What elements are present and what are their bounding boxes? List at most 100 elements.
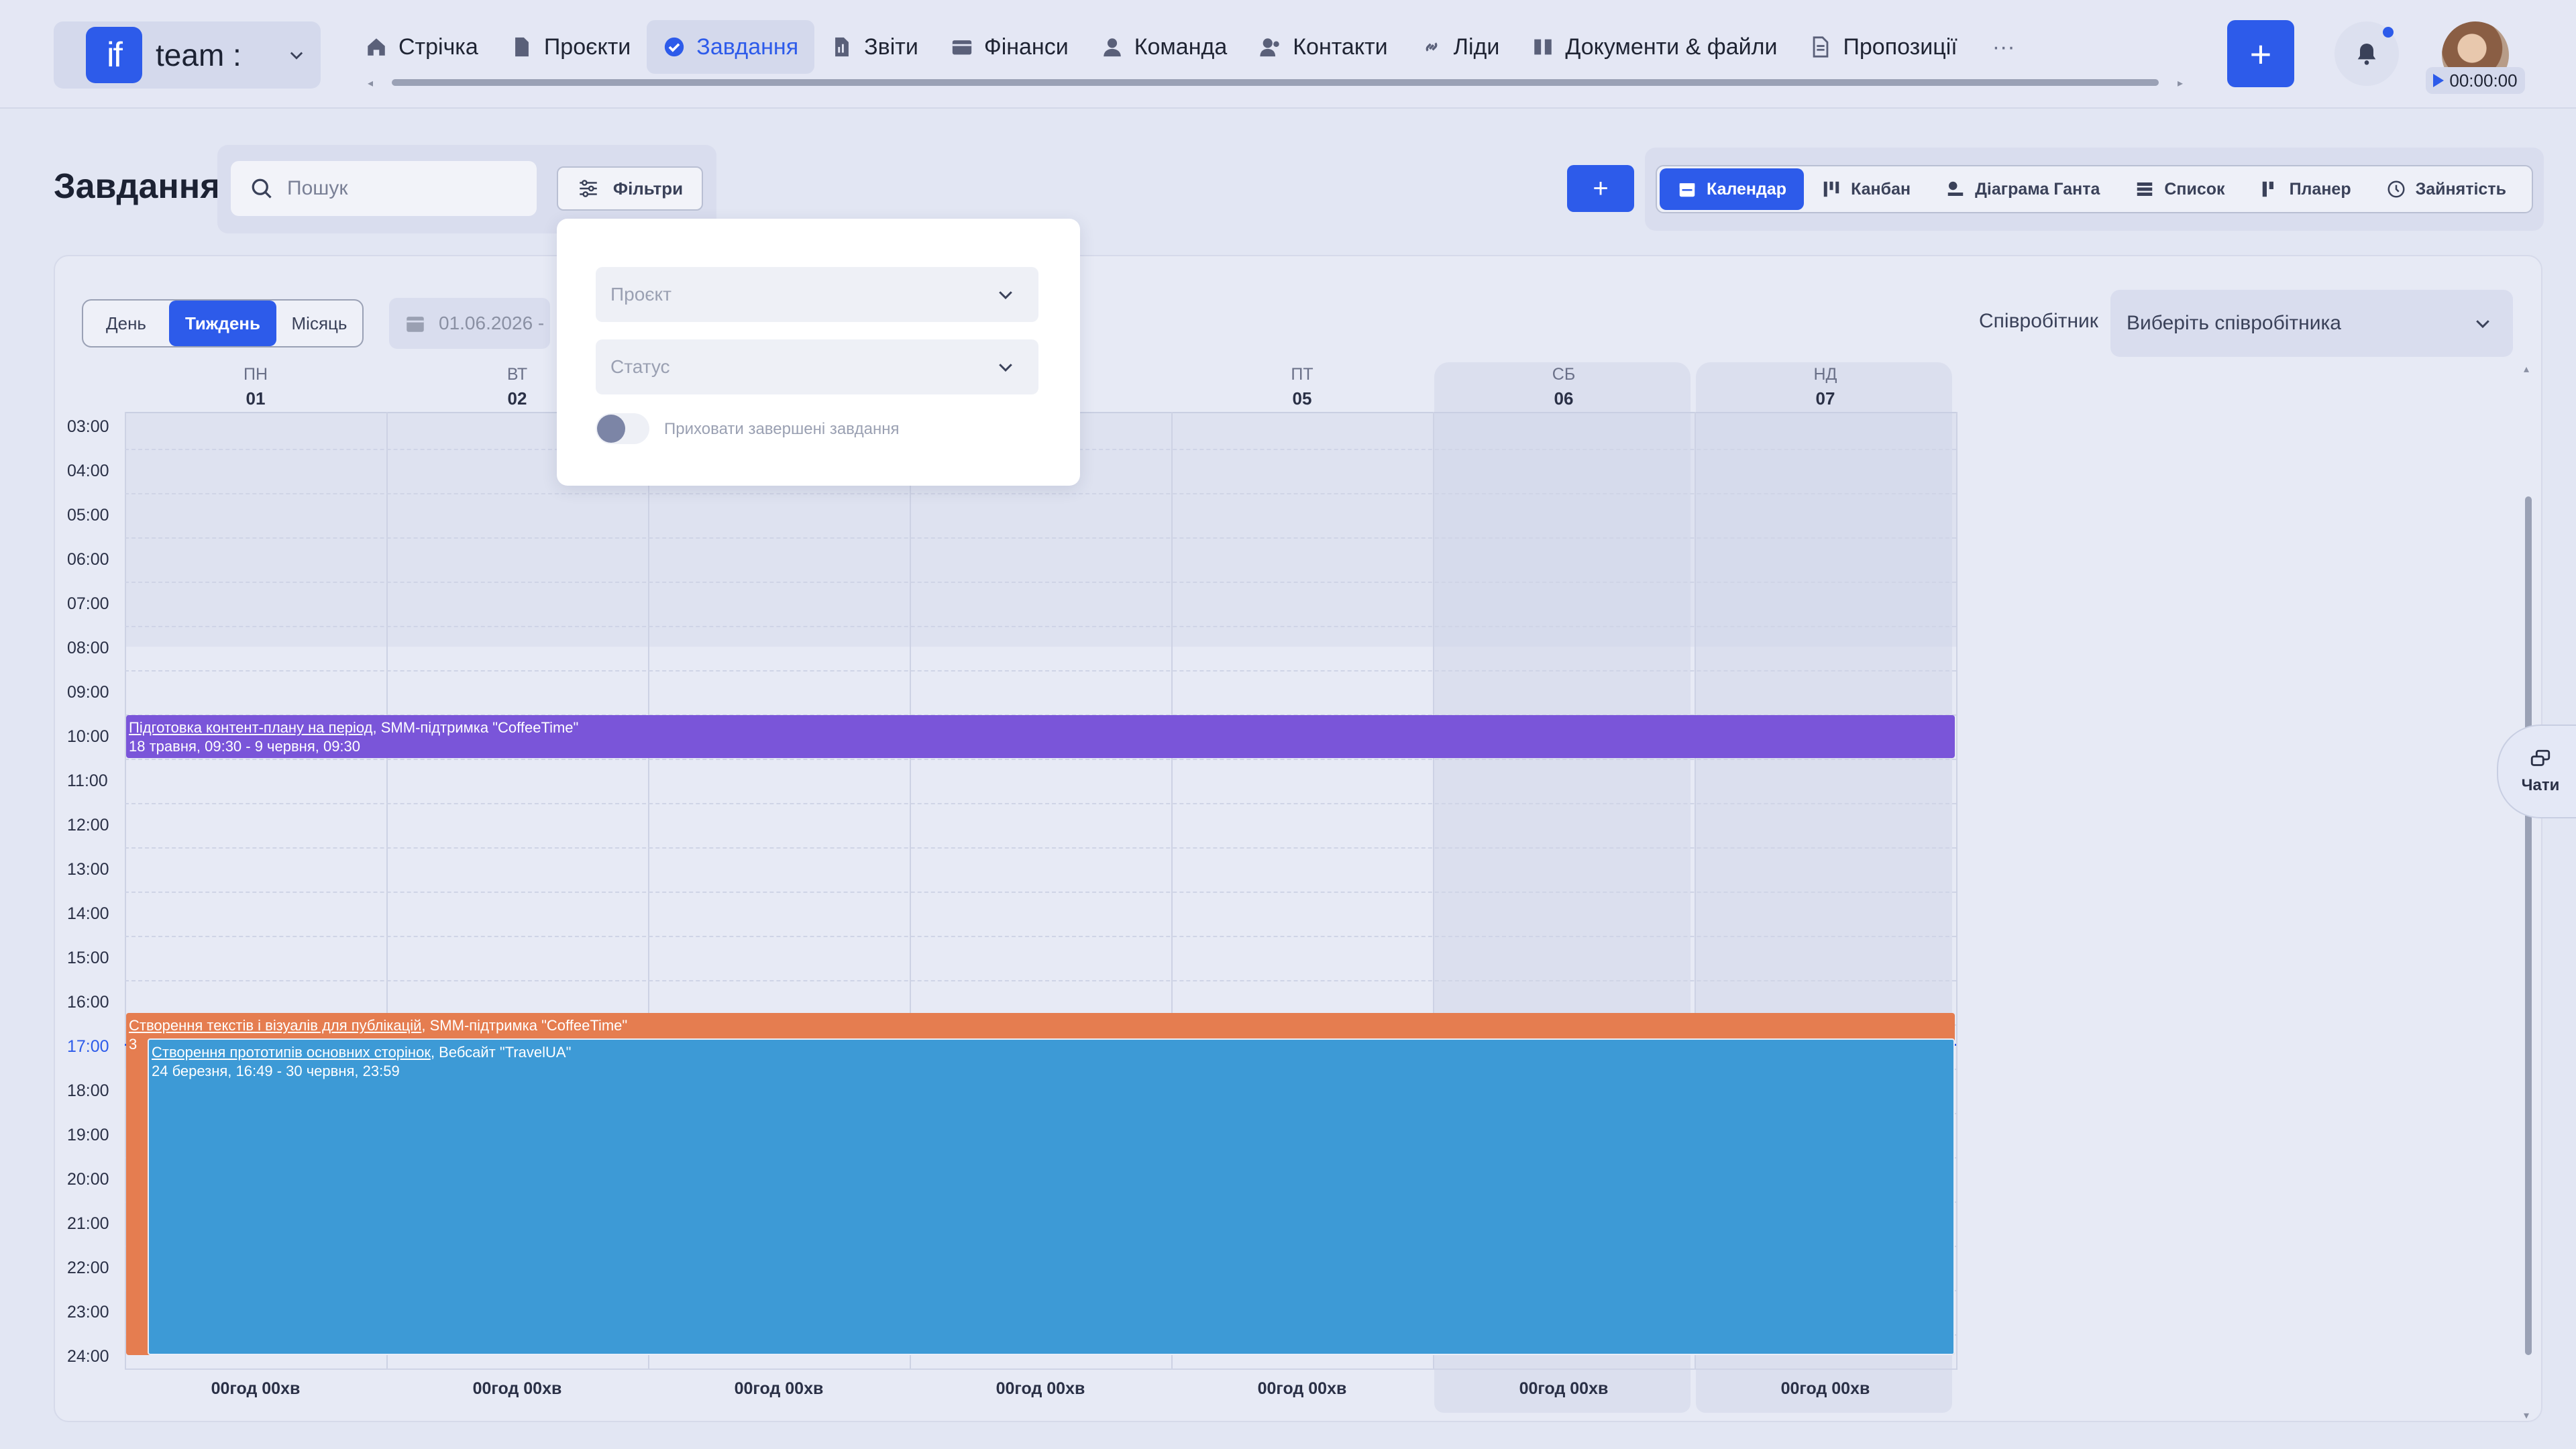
bell-icon <box>2357 44 2376 65</box>
view-label: Календар <box>1707 179 1787 199</box>
nav-item-label: Завдання <box>696 34 799 60</box>
hour-label: 20:00 <box>67 1170 109 1189</box>
search-input[interactable] <box>287 177 529 200</box>
view-gantt[interactable]: Діаграма Ганта <box>1928 168 2117 210</box>
scroll-left-icon: ◂ <box>368 78 374 89</box>
nav-item-label: Ліди <box>1453 34 1500 60</box>
task-event[interactable]: Підготовка контент-плану на період, SMM-… <box>126 715 1955 758</box>
view-label: Діаграма Ганта <box>1975 179 2100 199</box>
day-name: СБ <box>1552 365 1576 384</box>
nav-item-label: Контакти <box>1293 34 1388 60</box>
sliders-icon <box>580 180 597 197</box>
hide-completed-label: Приховати завершені завдання <box>664 420 900 438</box>
range-tab-month[interactable]: Місяць <box>276 301 362 346</box>
day-total: 00год 00хв <box>472 1379 562 1398</box>
view-planner[interactable]: Планер <box>2243 168 2369 210</box>
task-event[interactable]: Створення прототипів основних сторінок, … <box>148 1038 1955 1355</box>
employee-select[interactable]: Виберіть співробітника <box>2110 290 2513 357</box>
nav-scrollbar-thumb[interactable] <box>392 79 2159 86</box>
view-workload[interactable]: Зайнятість <box>2369 168 2524 210</box>
chevron-down-icon <box>999 291 1012 300</box>
team-switcher[interactable]: if team : <box>54 21 321 89</box>
play-icon <box>2433 74 2445 87</box>
clock-icon <box>2387 180 2405 198</box>
range-tab-week[interactable]: Тиждень <box>169 301 276 346</box>
nav-item-contacts[interactable]: Контакти <box>1243 20 1403 74</box>
day-total: 00год 00хв <box>734 1379 824 1398</box>
filters-button[interactable]: Фільтри <box>557 166 703 211</box>
nav-item-team[interactable]: Команда <box>1085 20 1244 74</box>
hour-label: 24:00 <box>67 1347 109 1366</box>
project-filter-select[interactable]: Проєкт <box>596 267 1038 322</box>
nav-item-feed[interactable]: Стрічка <box>349 20 494 74</box>
link-icon <box>1426 42 1438 52</box>
hour-label: 07:00 <box>67 594 109 613</box>
day-header[interactable]: СБ 06 <box>1433 362 1695 409</box>
chats-button[interactable]: Чати <box>2497 724 2576 818</box>
grid-hour-line <box>125 582 1956 583</box>
hour-label: 04:00 <box>67 462 109 480</box>
file-icon <box>515 37 529 57</box>
page-title: Завдання <box>54 167 221 206</box>
scroll-up-icon: ▴ <box>2524 364 2530 375</box>
event-project: , SMM-підтримка "CoffeeTime" <box>372 719 579 736</box>
day-total: 00год 00хв <box>211 1379 301 1398</box>
team-name: team : <box>156 38 241 72</box>
nav-item-label: Стрічка <box>398 34 478 60</box>
search-icon <box>252 178 272 199</box>
nav-item-leads[interactable]: Ліди <box>1404 20 1516 74</box>
view-label: Канбан <box>1851 179 1911 199</box>
nav-scrollbar[interactable]: ◂ ▸ <box>368 76 2183 89</box>
nav-item-finance[interactable]: Фінанси <box>934 20 1085 74</box>
nav-item-label: Команда <box>1134 34 1228 60</box>
nav-item-tasks[interactable]: Завдання <box>647 20 815 74</box>
nav-item-documents[interactable]: Документи & файли <box>1515 20 1793 74</box>
check-circle-icon <box>665 37 684 57</box>
search-box[interactable] <box>231 161 537 216</box>
view-kanban[interactable]: Канбан <box>1804 168 1928 210</box>
time-tracker[interactable]: 00:00:00 <box>2426 67 2525 94</box>
event-title[interactable]: Створення текстів і візуалів для публіка… <box>129 1017 421 1034</box>
nav-item-projects[interactable]: Проєкти <box>494 20 647 74</box>
employee-select-value: Виберіть співробітника <box>2127 312 2341 334</box>
view-calendar[interactable]: Календар <box>1660 168 1805 210</box>
day-total: 00год 00хв <box>1257 1379 1347 1398</box>
view-list[interactable]: Список <box>2117 168 2242 210</box>
notifications-button[interactable] <box>2334 21 2399 86</box>
event-title[interactable]: Створення прототипів основних сторінок <box>152 1044 431 1061</box>
notification-dot <box>2383 27 2394 38</box>
nav-item-proposals[interactable]: Пропозиції <box>1793 20 1973 74</box>
nav-item-reports[interactable]: Звіти <box>814 20 934 74</box>
calendar-scrollbar-thumb[interactable] <box>2525 496 2532 1355</box>
quick-add-button[interactable]: + <box>2227 20 2294 87</box>
day-date: 06 <box>1554 388 1574 409</box>
day-header[interactable]: ПТ 05 <box>1171 362 1433 409</box>
day-header[interactable]: ПН 01 <box>125 362 386 409</box>
main-navigation: Стрічка Проєкти Завдання Звіти Фінанси К… <box>349 20 2034 74</box>
top-navigation-bar: if team : Стрічка Проєкти Завдання Звіти… <box>0 0 2576 109</box>
view-label: Зайнятість <box>2415 179 2506 199</box>
chat-icon <box>2530 749 2551 766</box>
day-date: 05 <box>1292 388 1312 409</box>
hour-label: 17:00 <box>67 1037 109 1056</box>
timer-value: 00:00:00 <box>2449 70 2518 91</box>
calendar-icon <box>407 317 424 332</box>
date-range-picker[interactable]: 01.06.2026 - 07.06.2026 <box>389 298 550 349</box>
employee-label: Співробітник <box>1979 310 2098 332</box>
calendar-scrollbar[interactable]: ▴ ▾ <box>2524 362 2533 1422</box>
event-title[interactable]: Підготовка контент-плану на період <box>129 719 373 736</box>
hide-completed-toggle[interactable] <box>596 413 649 444</box>
nav-more-button[interactable]: ··· <box>1974 20 2034 74</box>
add-task-button[interactable]: + <box>1567 165 1634 212</box>
day-total: 00год 00хв <box>1519 1379 1609 1398</box>
document-icon <box>1813 36 1829 58</box>
day-header[interactable]: НД 07 <box>1695 362 1956 409</box>
report-icon <box>835 37 849 57</box>
view-label: Планер <box>2289 179 2351 199</box>
calendar-icon <box>1679 183 1695 197</box>
range-tab-day[interactable]: День <box>83 301 169 346</box>
status-filter-placeholder: Статус <box>610 356 670 377</box>
status-filter-select[interactable]: Статус <box>596 339 1038 394</box>
view-label: Список <box>2164 179 2225 199</box>
planner-icon <box>2262 181 2273 197</box>
